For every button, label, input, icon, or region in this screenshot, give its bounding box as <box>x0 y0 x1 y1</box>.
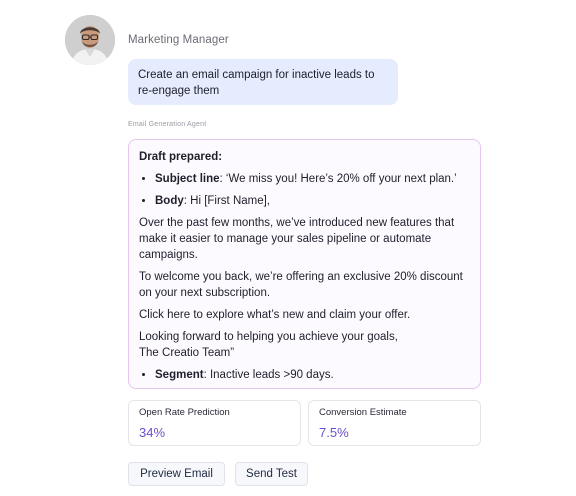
body-value: : Hi [First Name], <box>183 195 271 207</box>
subject-line-item: Subject line: ‘We miss you! Here’s 20% o… <box>155 171 470 187</box>
closing-line: Looking forward to helping you achieve y… <box>139 331 398 343</box>
segment-list: Segment: Inactive leads >90 days. <box>139 367 470 383</box>
metric-value: 7.5% <box>319 425 349 440</box>
sender-name: Marketing Manager <box>128 34 229 46</box>
segment-value: : Inactive leads >90 days. <box>203 369 334 381</box>
body-key: Body <box>155 195 184 207</box>
send-test-button[interactable]: Send Test <box>235 462 308 486</box>
body-paragraph: To welcome you back, we’re offering an e… <box>139 271 463 299</box>
segment-item: Segment: Inactive leads >90 days. <box>155 367 470 383</box>
draft-field-list: Subject line: ‘We miss you! Here’s 20% o… <box>139 171 470 209</box>
open-rate-metric-card: Open Rate Prediction 34% <box>128 400 301 446</box>
segment-key: Segment <box>155 369 204 381</box>
draft-card: Draft prepared: Subject line: ‘We miss y… <box>128 139 481 389</box>
body-closing: Looking forward to helping you achieve y… <box>139 329 470 361</box>
body-paragraph: Click here to explore what’s new and cla… <box>139 309 411 321</box>
metric-label: Conversion Estimate <box>319 407 407 418</box>
metric-value: 34% <box>139 425 166 440</box>
avatar <box>65 15 115 65</box>
signature-line: The Creatio Team” <box>139 347 235 359</box>
body-item: Body: Hi [First Name], <box>155 193 470 209</box>
draft-heading: Draft prepared: <box>139 151 223 163</box>
conversion-metric-card: Conversion Estimate 7.5% <box>308 400 481 446</box>
user-message-text: Create an email campaign for inactive le… <box>138 69 375 97</box>
body-paragraph: Over the past few months, we’ve introduc… <box>139 217 455 261</box>
preview-email-button[interactable]: Preview Email <box>128 462 225 486</box>
metric-label: Open Rate Prediction <box>139 407 230 418</box>
subject-line-value: : ‘We miss you! Here’s 20% off your next… <box>219 173 457 185</box>
agent-label: Email Generation Agent <box>128 121 207 128</box>
subject-line-key: Subject line <box>155 173 220 185</box>
user-message-bubble: Create an email campaign for inactive le… <box>128 59 398 105</box>
